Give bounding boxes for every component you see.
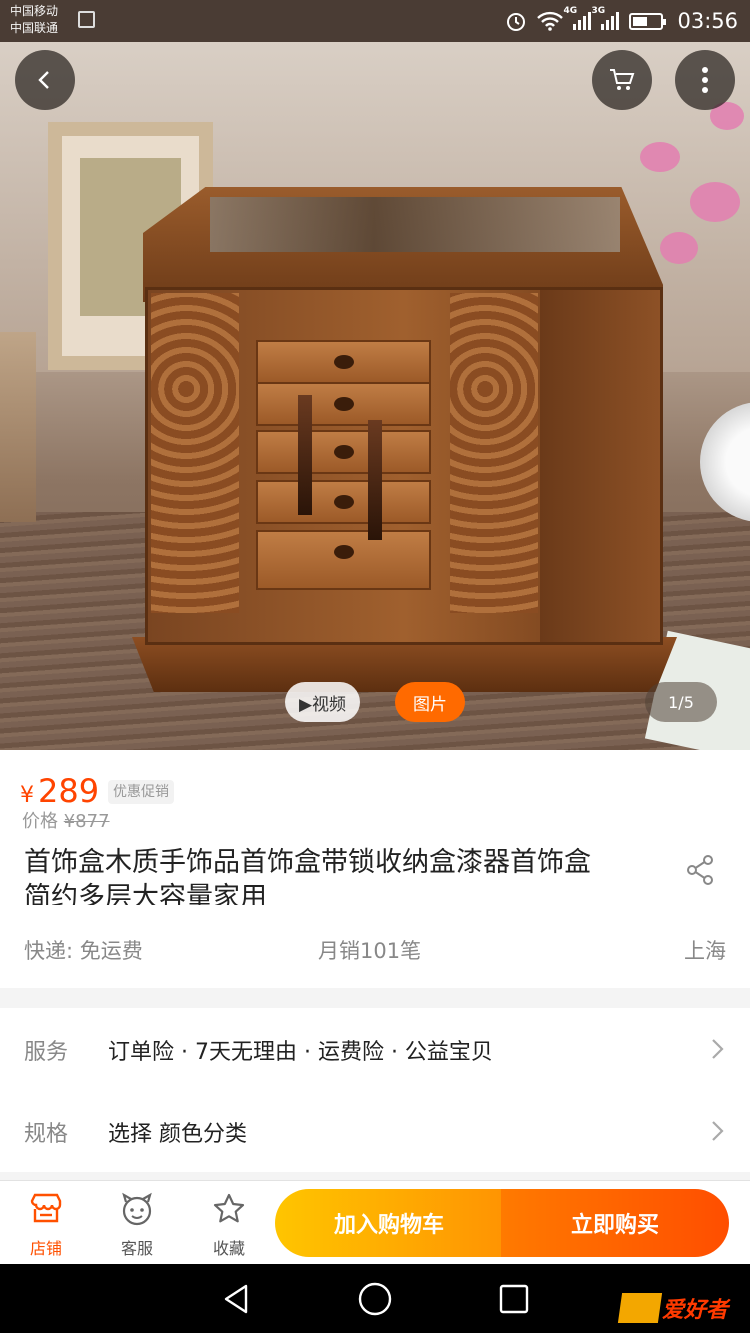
more-vertical-icon: [702, 67, 708, 93]
bottom-action-bar: 店铺 客服 收藏 加入购物车 立即购买: [0, 1180, 750, 1264]
video-tab[interactable]: ▶视频: [285, 682, 360, 722]
product-title: 首饰盒木质手饰品首饰盒带锁收纳盒漆器首饰盒简约多层大容量家用: [24, 847, 591, 905]
service-value: 订单险 · 7天无理由 · 运费险 · 公益宝贝: [108, 1040, 493, 1065]
original-price-value: ¥877: [63, 811, 110, 832]
spec-row[interactable]: 规格 选择 颜色分类: [0, 1090, 750, 1172]
shipping-info: 快递: 免运费: [24, 939, 143, 963]
favorite-button[interactable]: 收藏: [189, 1191, 269, 1259]
share-icon: [687, 855, 713, 885]
original-price-label: 价格: [22, 811, 58, 832]
battery-icon: [629, 12, 667, 30]
spec-value: 选择 颜色分类: [108, 1122, 247, 1147]
star-icon: [213, 1193, 245, 1223]
alarm-icon: [505, 10, 527, 32]
carrier-1: 中国移动: [10, 4, 59, 18]
spec-label: 规格: [24, 1122, 69, 1147]
product-image-gallery[interactable]: ▶视频 图片 1/5: [0, 42, 750, 750]
signal-icon: 3G: [591, 6, 620, 30]
share-button[interactable]: [680, 850, 720, 890]
product-info: ¥ 289 优惠促销 价格 ¥877 首饰盒木质手饰品首饰盒带锁收纳盒漆器首饰盒…: [0, 750, 750, 988]
image-counter: 1/5: [645, 682, 717, 722]
carrier-labels: 中国移动 中国联通: [10, 3, 58, 37]
carrier-2: 中国联通: [10, 21, 59, 35]
price: ¥ 289: [20, 772, 99, 810]
watermark-logo: [617, 1293, 663, 1323]
chevron-right-icon: [712, 1121, 724, 1141]
buy-now-button[interactable]: 立即购买: [501, 1189, 729, 1257]
monthly-sales: 月销101笔: [318, 939, 422, 963]
shop-icon: [30, 1193, 62, 1223]
section-divider: [0, 1172, 750, 1180]
photo-icon: [78, 11, 95, 28]
section-divider: [0, 988, 750, 1008]
cart-button[interactable]: [592, 50, 652, 110]
watermark: 爱好者: [617, 1292, 729, 1324]
system-nav-bar: 爱好者: [0, 1264, 750, 1333]
add-to-cart-button[interactable]: 加入购物车: [275, 1189, 503, 1257]
network-type-2: 3G: [591, 6, 606, 16]
back-button[interactable]: [15, 50, 75, 110]
customer-service-icon: [122, 1192, 152, 1226]
jewelry-box-image: [145, 287, 663, 645]
service-label: 服务: [24, 1040, 69, 1065]
ship-location: 上海: [684, 939, 726, 963]
nav-back-icon[interactable]: [219, 1281, 255, 1317]
original-price: 价格 ¥877: [22, 807, 110, 833]
signal-icon: 4G: [563, 6, 592, 30]
shop-label: 店铺: [29, 1239, 62, 1258]
wifi-icon: [537, 11, 564, 31]
service-row[interactable]: 服务 订单险 · 7天无理由 · 运费险 · 公益宝贝: [0, 1008, 750, 1090]
photo-tab[interactable]: 图片: [395, 682, 465, 722]
nav-recent-apps-icon[interactable]: [496, 1281, 532, 1317]
promo-badge: 优惠促销: [108, 780, 174, 804]
chevron-left-icon: [38, 71, 49, 89]
sale-price: 289: [38, 772, 100, 810]
customer-service-button[interactable]: 客服: [97, 1191, 177, 1259]
status-icons: 4G 3G 03:56: [505, 0, 738, 42]
status-bar: 中国移动 中国联通 4G 3G 03:56: [0, 0, 750, 42]
favorite-label: 收藏: [212, 1239, 245, 1258]
currency-symbol: ¥: [20, 783, 34, 808]
clock: 03:56: [677, 9, 738, 33]
watermark-text: 爱好者: [662, 1298, 729, 1323]
network-type-1: 4G: [563, 6, 578, 16]
customer-service-label: 客服: [120, 1239, 153, 1258]
more-button[interactable]: [675, 50, 735, 110]
shop-button[interactable]: 店铺: [6, 1191, 86, 1259]
chevron-right-icon: [712, 1039, 724, 1059]
nav-home-icon[interactable]: [357, 1281, 393, 1317]
cart-icon: [610, 69, 635, 90]
